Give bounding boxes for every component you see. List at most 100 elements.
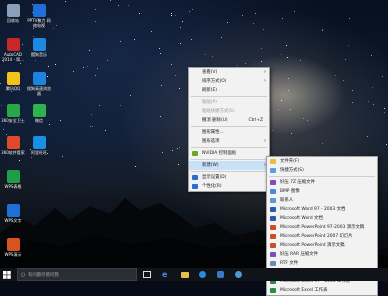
menu-item[interactable]: NVIDIA 控制面板 <box>189 149 269 158</box>
menu-item-label: 粘贴(P) <box>202 100 217 105</box>
search-placeholder: 有问题尽管问我 <box>28 273 59 278</box>
menu-item[interactable]: 图形属性... <box>189 128 269 137</box>
menu-item-label: 粘贴快捷方式(S) <box>202 109 235 114</box>
menu-item-icon <box>270 168 276 173</box>
app-icon <box>6 170 20 183</box>
search-icon: ○ <box>21 272 26 278</box>
desktop-icon-label: 腾讯QQ <box>5 86 21 91</box>
menu-item-label: 图形属性... <box>202 130 224 135</box>
menu-item-label: Microsoft PowerPoint 2007 幻灯片 <box>280 234 353 239</box>
windows-logo-icon <box>3 270 11 279</box>
menu-item-icon <box>270 243 276 248</box>
desktop-icon[interactable]: 回收站 <box>0 4 26 23</box>
task-view-icon[interactable] <box>143 268 152 281</box>
app-icon <box>32 136 46 149</box>
menu-item-icon <box>192 184 198 189</box>
desktop-icon-label: 回收站 <box>7 18 19 23</box>
menu-item[interactable]: Microsoft Word 文档 <box>267 214 377 223</box>
desktop-icon[interactable]: WPS文字 <box>0 204 26 223</box>
taskbar: ○ 有问题尽管问我 e <box>0 268 388 281</box>
menu-item-label: Microsoft PowerPoint 97-2003 演示文稿 <box>280 225 365 230</box>
chevron-right-icon: › <box>264 138 266 144</box>
menu-item-label: 新建(W) <box>202 163 219 168</box>
media-icon[interactable] <box>235 268 244 281</box>
menu-item-label: 联系人 <box>280 198 294 203</box>
desktop-icon-label: WPS表格 <box>4 184 22 189</box>
menu-item[interactable]: 快捷方式(S) <box>267 166 377 175</box>
desktop-icon[interactable]: 360安全卫士 <box>0 104 26 123</box>
desktop-icon-label: 360安全卫士 <box>1 118 25 123</box>
menu-item-label: NVIDIA 控制面板 <box>202 151 237 156</box>
menu-separator <box>191 147 267 148</box>
menu-item[interactable]: Microsoft Word 97 - 2003 文档 <box>267 205 377 214</box>
app-icon <box>6 38 20 51</box>
menu-item[interactable]: Microsoft PowerPoint 演示文稿 <box>267 241 377 250</box>
menu-item[interactable]: RTF 文件 <box>267 259 377 268</box>
menu-separator <box>191 159 267 160</box>
chevron-right-icon: › <box>264 78 266 84</box>
desktop-icon-label: 酷狗音乐 <box>31 52 47 57</box>
menu-item-label: 快捷方式(S) <box>280 168 304 173</box>
menu-item-icon <box>270 225 276 230</box>
desktop-icon[interactable]: AutoCAD 2014 - 简... <box>0 38 26 62</box>
menu-item[interactable]: 刷新(E) <box>189 86 269 95</box>
menu-item-icon <box>270 288 276 293</box>
menu-item[interactable]: 显示设置(D) <box>189 173 269 182</box>
menu-item[interactable]: 粘贴(P) <box>189 98 269 107</box>
browser-icon[interactable] <box>199 268 208 281</box>
menu-item[interactable]: 联系人 <box>267 196 377 205</box>
app-icon <box>6 4 20 17</box>
menu-item-icon <box>192 151 198 156</box>
start-button[interactable] <box>3 268 16 281</box>
menu-item[interactable]: 粘贴快捷方式(S) <box>189 107 269 116</box>
menu-item-icon <box>270 207 276 212</box>
menu-item[interactable]: 好压 7Z 压缩文件 <box>267 178 377 187</box>
desktop-icon[interactable]: WPS表格 <box>0 170 26 189</box>
menu-item[interactable]: Microsoft PowerPoint 97-2003 演示文稿 <box>267 223 377 232</box>
desktop-icon[interactable]: 阿里旺旺 <box>26 136 52 155</box>
desktop-icon-label: WPS文字 <box>4 218 22 223</box>
menu-item-label: Microsoft Excel 工作表 <box>280 288 328 293</box>
menu-item-label: 文件夹(F) <box>280 159 300 164</box>
app-icon <box>32 4 46 17</box>
menu-item-label: Microsoft Word 文档 <box>280 216 323 221</box>
menu-item[interactable]: 排序方式(O) › <box>189 77 269 86</box>
menu-item-icon <box>270 180 276 185</box>
menu-item-label: Microsoft Word 97 - 2003 文档 <box>280 207 346 212</box>
edge-icon[interactable]: e <box>162 268 171 281</box>
menu-item[interactable]: 撤消 删除(U) Ctrl+Z <box>189 116 269 125</box>
menu-item[interactable]: Microsoft PowerPoint 2007 幻灯片 <box>267 232 377 241</box>
menu-item-label: 显示设置(D) <box>202 175 227 180</box>
menu-item[interactable]: 查看(V) › <box>189 68 269 77</box>
file-explorer-icon[interactable] <box>181 268 190 281</box>
app-icon <box>6 104 20 117</box>
desktop-icon-label: 搜狗高速浏览器 <box>27 86 51 96</box>
menu-item[interactable]: 图形选项 › <box>189 137 269 146</box>
desktop-icon[interactable]: 腾讯QQ <box>0 72 26 91</box>
app-icon <box>32 38 46 51</box>
menu-item[interactable]: 好压 RAR 压缩文件 <box>267 250 377 259</box>
desktop-icon-label: 360软件管家 <box>1 150 25 155</box>
desktop-context-menu: 查看(V) › 排序方式(O) › 刷新(E) 粘贴(P) 粘贴快捷方式(S) 撤消 删除(U… <box>188 67 270 192</box>
menu-item-icon <box>192 175 198 180</box>
app-icon <box>6 238 20 251</box>
menu-item[interactable]: 个性化(R) <box>189 182 269 191</box>
menu-item-label: 撤消 删除(U) <box>202 118 228 123</box>
desktop-icon[interactable]: 搜狗高速浏览器 <box>26 72 52 96</box>
menu-item[interactable]: 文件夹(F) <box>267 157 377 166</box>
chevron-right-icon: › <box>264 69 266 75</box>
menu-item-icon <box>270 189 276 194</box>
desktop-icon[interactable]: 微信 <box>26 104 52 123</box>
search-box[interactable]: ○ 有问题尽管问我 <box>17 268 137 281</box>
menu-item-label: 个性化(R) <box>202 184 222 189</box>
app-icon[interactable] <box>217 268 226 281</box>
app-icon <box>32 72 46 85</box>
desktop-icon[interactable]: WPS演示 <box>0 238 26 257</box>
desktop-icon-label: PPTV聚力 网络电视 <box>27 18 51 28</box>
desktop-icon[interactable]: 酷狗音乐 <box>26 38 52 57</box>
menu-item[interactable]: 新建(W) › <box>189 161 269 170</box>
desktop-icon[interactable]: 360软件管家 <box>0 136 26 155</box>
menu-item[interactable]: BMP 图像 <box>267 187 377 196</box>
desktop-icon[interactable]: PPTV聚力 网络电视 <box>26 4 52 28</box>
menu-item[interactable]: Microsoft Excel 工作表 <box>267 286 377 295</box>
